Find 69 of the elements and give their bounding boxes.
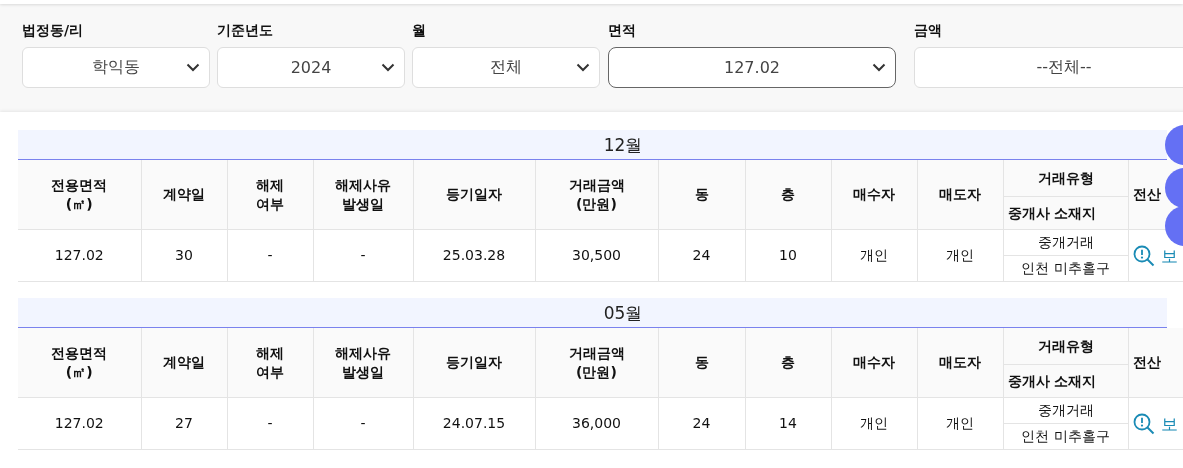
table-cell: 중개거래 xyxy=(1003,229,1128,256)
table-cell: 24.07.15 xyxy=(413,397,535,450)
column-header: 거래유형 xyxy=(1003,328,1128,365)
filter-label: 월 xyxy=(412,21,427,40)
filter-label: 법정동/리 xyxy=(22,21,85,40)
table-cell: 24 xyxy=(658,229,745,282)
table-cell: 10 xyxy=(745,229,831,282)
table-cell: 개인 xyxy=(831,397,917,450)
table-cell: 14 xyxy=(745,397,831,450)
table-cell: 30 xyxy=(141,229,227,282)
column-header: 전용면적 (㎡) xyxy=(18,160,141,230)
column-header: 중개사 소재지 xyxy=(1003,196,1128,230)
column-header: 매수자 xyxy=(831,328,917,398)
column-header: 층 xyxy=(745,328,831,398)
month-header: 12월 xyxy=(18,130,1167,160)
search-icon xyxy=(1132,412,1155,435)
table-cell: - xyxy=(227,397,313,450)
table-cell: 30,500 xyxy=(535,229,658,282)
column-header: 해제사유 발생일 xyxy=(313,160,413,230)
table-cell: 25.03.28 xyxy=(413,229,535,282)
dropdown[interactable]: 학익동 xyxy=(22,47,210,88)
dropdown[interactable]: --전체-- xyxy=(914,47,1183,88)
column-header: 등기일자 xyxy=(413,160,535,230)
column-header: 중개사 소재지 xyxy=(1003,364,1128,398)
table-cell: 127.02 xyxy=(18,397,141,450)
chevron-down-icon xyxy=(872,63,886,72)
chevron-down-icon xyxy=(186,63,200,72)
column-header: 매도자 xyxy=(917,160,1003,230)
search-icon xyxy=(1132,244,1155,267)
table-cell: 중개거래 xyxy=(1003,397,1128,424)
table-cell: 인천 미추홀구 xyxy=(1003,423,1128,450)
month-header: 05월 xyxy=(18,298,1167,328)
table-cell: - xyxy=(227,229,313,282)
column-header: 전산 xyxy=(1128,328,1183,398)
column-header: 등기일자 xyxy=(413,328,535,398)
filter-label: 금액 xyxy=(914,21,943,40)
column-header: 전용면적 (㎡) xyxy=(18,328,141,398)
chevron-down-icon xyxy=(576,63,590,72)
view-link[interactable]: 보 xyxy=(1160,245,1178,265)
filter-label: 면적 xyxy=(608,21,637,40)
column-header: 해제 여부 xyxy=(227,160,313,230)
column-header: 계약일 xyxy=(141,160,227,230)
column-header: 거래유형 xyxy=(1003,160,1128,197)
dropdown[interactable]: 2024 xyxy=(217,47,405,88)
table-cell: - xyxy=(313,229,413,282)
column-header: 거래금액 (만원) xyxy=(535,328,658,398)
table-cell: 개인 xyxy=(831,229,917,282)
table-cell: 127.02 xyxy=(18,229,141,282)
column-header: 층 xyxy=(745,160,831,230)
column-header: 매수자 xyxy=(831,160,917,230)
view-link[interactable]: 보 xyxy=(1160,413,1178,433)
dropdown[interactable]: 127.02 xyxy=(608,47,896,88)
table-cell: 개인 xyxy=(917,397,1003,450)
table-cell: - xyxy=(313,397,413,450)
column-header: 동 xyxy=(658,160,745,230)
column-header: 해제 여부 xyxy=(227,328,313,398)
filter-label: 기준년도 xyxy=(217,21,274,40)
chevron-down-icon xyxy=(381,63,395,72)
column-header: 동 xyxy=(658,328,745,398)
dropdown[interactable]: 전체 xyxy=(412,47,600,88)
column-header: 거래금액 (만원) xyxy=(535,160,658,230)
column-header: 매도자 xyxy=(917,328,1003,398)
column-header: 계약일 xyxy=(141,328,227,398)
column-header: 해제사유 발생일 xyxy=(313,328,413,398)
table-cell: 24 xyxy=(658,397,745,450)
table-cell: 인천 미추홀구 xyxy=(1003,255,1128,282)
table-cell: 개인 xyxy=(917,229,1003,282)
table-cell: 36,000 xyxy=(535,397,658,450)
table-cell: 27 xyxy=(141,397,227,450)
